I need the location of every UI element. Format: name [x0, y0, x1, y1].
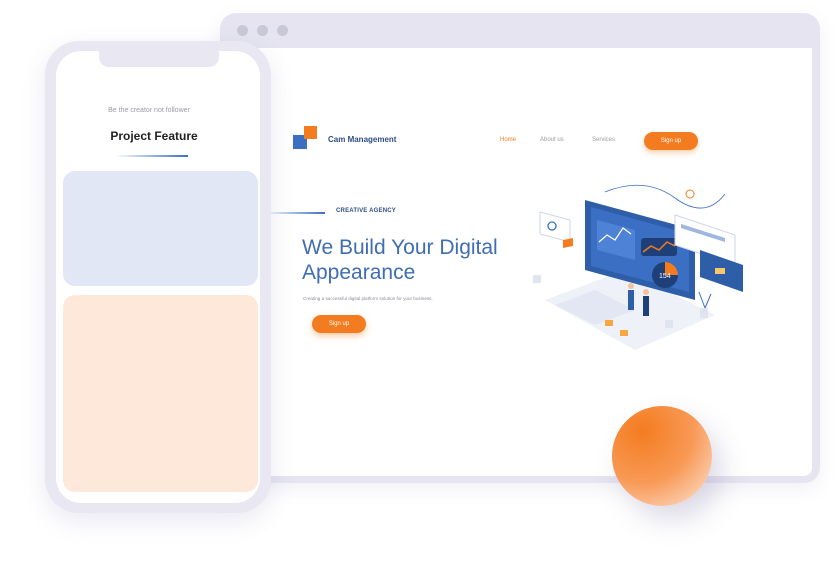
illustration-badge: 154 [659, 273, 671, 280]
nav-about[interactable]: About us [540, 137, 564, 143]
phone-title-underline [114, 155, 188, 157]
eyebrow-line [265, 212, 325, 214]
window-dot-icon [257, 25, 268, 36]
window-controls [237, 25, 288, 36]
browser-window: Cam Management Home About us Services Si… [220, 13, 820, 483]
hero-headline: We Build Your Digital Appearance [302, 236, 498, 284]
phone-screen: Be the creator not follower Project Feat… [56, 51, 260, 503]
phone-notch [99, 51, 219, 67]
isometric-dashboard-illustration: 154 [533, 184, 743, 350]
hero-subtitle: Creating a successful digital platform s… [303, 296, 433, 301]
decorative-orange-orb [612, 406, 712, 506]
nav-signup-button[interactable]: Sign up [644, 132, 698, 150]
window-dot-icon [277, 25, 288, 36]
brand-logo-icon[interactable] [293, 126, 319, 152]
window-dot-icon [237, 25, 248, 36]
browser-viewport: Cam Management Home About us Services Si… [220, 48, 812, 476]
phone-frame: Be the creator not follower Project Feat… [45, 41, 271, 513]
nav-services[interactable]: Services [592, 137, 615, 143]
phone-tagline: Be the creator not follower [108, 107, 190, 114]
hero-signup-button[interactable]: Sign up [312, 315, 366, 333]
nav-home[interactable]: Home [500, 137, 516, 143]
feature-card-peach[interactable] [63, 295, 258, 492]
brand-name[interactable]: Cam Management [328, 135, 396, 144]
hero-eyebrow: CREATIVE AGENCY [336, 208, 397, 214]
phone-title: Project Feature [110, 129, 198, 143]
feature-card-blue[interactable] [63, 171, 258, 286]
